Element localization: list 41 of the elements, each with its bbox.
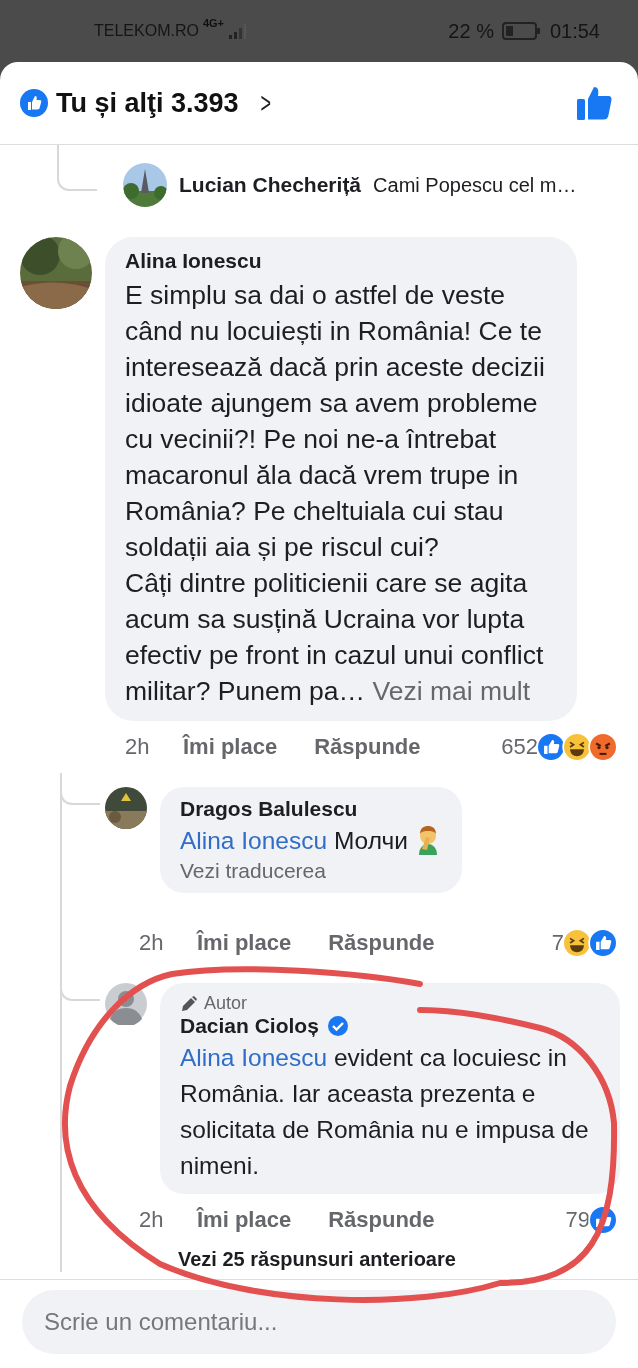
like-reaction-icon xyxy=(588,928,618,958)
commenter-name[interactable]: Alina Ionescu xyxy=(125,249,262,272)
like-link[interactable]: Îmi place xyxy=(197,1207,292,1233)
commenter-name[interactable]: Dacian Cioloș xyxy=(180,1014,319,1038)
haha-reaction-icon xyxy=(562,928,592,958)
chevron[interactable]: > xyxy=(260,86,271,120)
avatar-icon xyxy=(105,983,147,1025)
author-label: Autor xyxy=(204,993,248,1014)
reply-link[interactable]: Răspunde xyxy=(328,1207,435,1233)
mention-link[interactable]: Alina Ionescu xyxy=(180,827,328,854)
commenter-name[interactable]: Dragos Balulescu xyxy=(180,797,358,821)
comment-preview: Cami Popescu cel m… xyxy=(373,173,577,197)
like-link[interactable]: Îmi place xyxy=(197,930,292,956)
signal-icon xyxy=(228,22,246,40)
like-link[interactable]: Îmi place xyxy=(183,734,278,760)
like-button[interactable] xyxy=(576,84,614,122)
pencil-icon xyxy=(180,994,198,1013)
reaction-count: 652 xyxy=(501,734,538,760)
comment-time: 2h xyxy=(139,930,165,956)
reaction-count: 79 xyxy=(565,1207,590,1233)
mention-link[interactable]: Alina Ionescu xyxy=(180,1044,328,1071)
battery-icon xyxy=(501,21,542,41)
previous-replies-link[interactable]: Vezi 25 răspunsuri anterioare xyxy=(178,1247,456,1271)
commenter-name[interactable]: Lucian Checheriță xyxy=(179,173,362,197)
comment-time: 2h xyxy=(125,734,151,760)
reply-text: Alina Ionescu Молчи xyxy=(180,826,408,856)
angry-reaction-icon xyxy=(588,732,618,762)
reply-text: Alina Ionescu evident ca locuiesc in România. Iar aceasta prezenta e solicitata de România nu e impusa de nimeni. xyxy=(180,1043,590,1181)
reply-link[interactable]: Răspunde xyxy=(314,734,421,760)
haha-reaction-icon xyxy=(562,732,592,762)
reaction-count: 7 xyxy=(551,930,564,956)
network-type: 4G+ xyxy=(202,17,224,29)
comment-text: E simplu sa dai o astfel de veste când nu locuiești in România! Ce te interesează dacă prin aceste decizii idioate ajungem sa avem probleme cu vecinii?! Pe noi ne-a întrebat macaronul ăla dacă vrem trupe in România? Pe cheltuiala cui stau soldații aia și pe riscul cui? Câți dintre politicienii care se agita acum sa susțină Ucraina vor lupta efectiv pe front in cazul unui conflict militar? Punem pa… Vezi mai mult xyxy=(125,279,546,708)
likes-summary[interactable]: Tu și alţi 3.393 xyxy=(56,87,239,119)
like-reaction-icon xyxy=(536,732,566,762)
see-translation-link[interactable]: Vezi traducerea xyxy=(180,859,442,883)
comment-field[interactable]: Scrie un comentariu... xyxy=(22,1290,616,1354)
like-icon xyxy=(20,89,48,117)
comment-time: 2h xyxy=(139,1207,165,1233)
reply-link[interactable]: Răspunde xyxy=(328,930,435,956)
see-more-link[interactable]: Vezi mai mult xyxy=(372,676,530,706)
